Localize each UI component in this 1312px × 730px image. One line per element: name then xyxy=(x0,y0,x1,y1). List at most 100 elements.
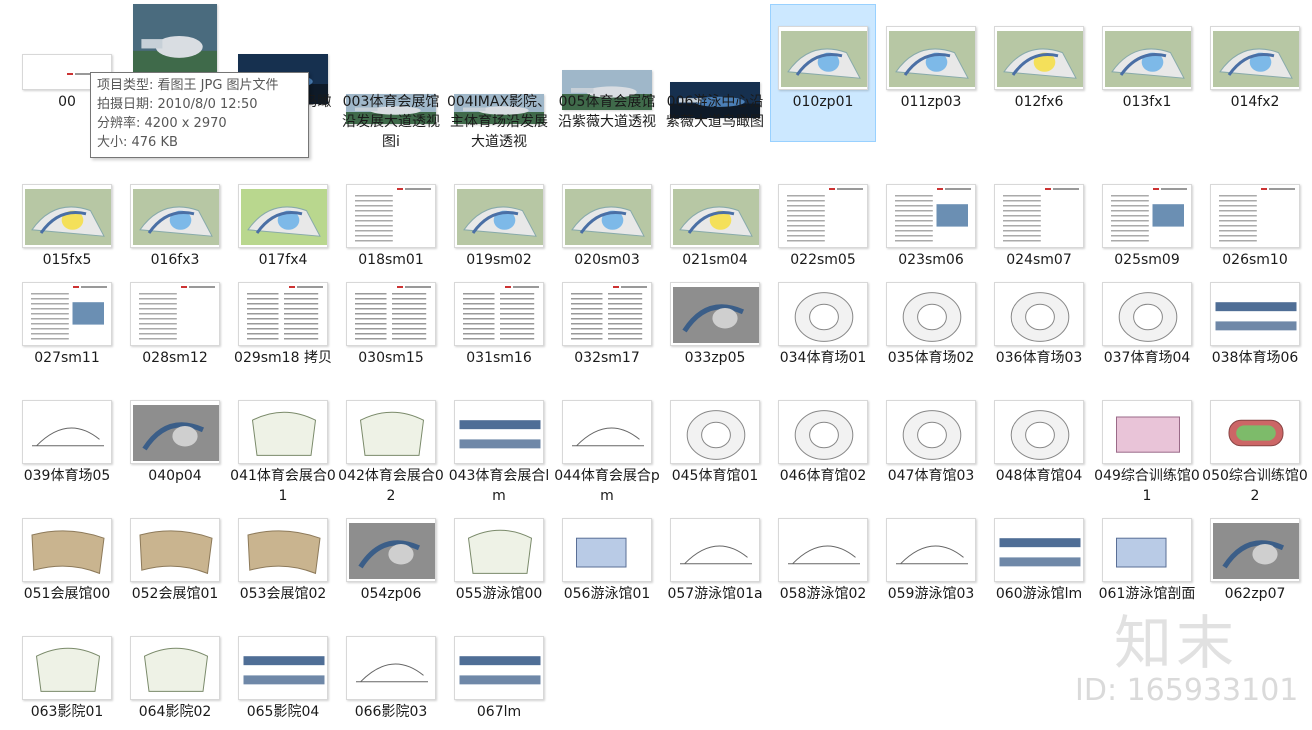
file-thumbnail[interactable] xyxy=(346,518,436,582)
file-name[interactable]: 045体育馆01 xyxy=(660,466,770,486)
file-name[interactable]: 067lm xyxy=(444,702,554,722)
file-name[interactable]: 021sm04 xyxy=(660,250,770,270)
file-name[interactable]: 016fx3 xyxy=(120,250,230,270)
file-name[interactable]: 006游泳中心沿紫薇大道鸟瞰图 xyxy=(660,92,770,132)
file-thumbnail[interactable] xyxy=(994,26,1084,90)
file-name[interactable]: 034体育场01 xyxy=(768,348,878,368)
file-name[interactable]: 054zp06 xyxy=(336,584,446,604)
file-thumbnail[interactable] xyxy=(562,518,652,582)
file-thumbnail[interactable] xyxy=(1210,518,1300,582)
file-thumbnail[interactable] xyxy=(22,184,112,248)
file-name[interactable]: 017fx4 xyxy=(228,250,338,270)
file-thumbnail[interactable] xyxy=(238,282,328,346)
file-name[interactable]: 043体育会展合lm xyxy=(444,466,554,506)
file-name[interactable]: 019sm02 xyxy=(444,250,554,270)
file-name[interactable]: 023sm06 xyxy=(876,250,986,270)
file-thumbnail[interactable] xyxy=(994,282,1084,346)
file-thumbnail[interactable] xyxy=(670,518,760,582)
file-name[interactable]: 037体育场04 xyxy=(1092,348,1202,368)
file-name[interactable]: 065影院04 xyxy=(228,702,338,722)
file-thumbnail[interactable] xyxy=(994,400,1084,464)
file-name[interactable]: 053会展馆02 xyxy=(228,584,338,604)
file-name[interactable]: 058游泳馆02 xyxy=(768,584,878,604)
file-name[interactable]: 030sm15 xyxy=(336,348,446,368)
file-thumbnail[interactable] xyxy=(130,636,220,700)
file-thumbnail[interactable] xyxy=(238,636,328,700)
file-thumbnail[interactable] xyxy=(130,282,220,346)
file-name[interactable]: 056游泳馆01 xyxy=(552,584,662,604)
file-thumbnail[interactable] xyxy=(238,400,328,464)
file-thumbnail[interactable] xyxy=(130,400,220,464)
file-name[interactable]: 022sm05 xyxy=(768,250,878,270)
file-name[interactable]: 014fx2 xyxy=(1200,92,1310,112)
file-thumbnail[interactable] xyxy=(346,636,436,700)
file-name[interactable]: 011zp03 xyxy=(876,92,986,112)
file-thumbnail[interactable] xyxy=(886,400,976,464)
file-thumbnail[interactable] xyxy=(778,518,868,582)
file-name[interactable]: 028sm12 xyxy=(120,348,230,368)
file-name[interactable]: 063影院01 xyxy=(12,702,122,722)
file-thumbnail[interactable] xyxy=(130,184,220,248)
file-name[interactable]: 057游泳馆01a xyxy=(660,584,770,604)
file-name[interactable]: 041体育会展合01 xyxy=(228,466,338,506)
file-thumbnail[interactable] xyxy=(454,400,544,464)
file-name[interactable]: 055游泳馆00 xyxy=(444,584,554,604)
file-thumbnail[interactable] xyxy=(562,282,652,346)
file-thumbnail[interactable] xyxy=(22,518,112,582)
file-thumbnail[interactable] xyxy=(133,4,217,82)
file-thumbnail[interactable] xyxy=(886,282,976,346)
file-name[interactable]: 066影院03 xyxy=(336,702,446,722)
file-name[interactable]: 020sm03 xyxy=(552,250,662,270)
file-name[interactable]: 059游泳馆03 xyxy=(876,584,986,604)
file-thumbnail[interactable] xyxy=(454,636,544,700)
file-thumbnail[interactable] xyxy=(1210,282,1300,346)
file-name[interactable]: 033zp05 xyxy=(660,348,770,368)
file-thumbnail[interactable] xyxy=(1102,184,1192,248)
file-name[interactable]: 010zp01 xyxy=(768,92,878,112)
file-name[interactable]: 013fx1 xyxy=(1092,92,1202,112)
file-thumbnail[interactable] xyxy=(778,400,868,464)
file-name[interactable]: 051会展馆00 xyxy=(12,584,122,604)
file-name[interactable]: 050综合训练馆02 xyxy=(1200,466,1310,506)
file-thumbnail[interactable] xyxy=(130,518,220,582)
file-name[interactable]: 035体育场02 xyxy=(876,348,986,368)
file-thumbnail[interactable] xyxy=(886,518,976,582)
file-name[interactable]: 042体育会展合02 xyxy=(336,466,446,506)
file-thumbnail[interactable] xyxy=(22,636,112,700)
file-name[interactable]: 025sm09 xyxy=(1092,250,1202,270)
file-name[interactable]: 027sm11 xyxy=(12,348,122,368)
file-thumbnail[interactable] xyxy=(670,282,760,346)
file-name[interactable]: 052会展馆01 xyxy=(120,584,230,604)
file-thumbnail[interactable] xyxy=(238,518,328,582)
file-name[interactable]: 046体育馆02 xyxy=(768,466,878,486)
file-thumbnail[interactable] xyxy=(454,184,544,248)
file-name[interactable]: 032sm17 xyxy=(552,348,662,368)
file-thumbnail[interactable] xyxy=(1210,26,1300,90)
file-thumbnail[interactable] xyxy=(562,400,652,464)
file-name[interactable]: 004IMAX影院、主体育场沿发展大道透视 xyxy=(444,92,554,152)
file-name[interactable]: 047体育馆03 xyxy=(876,466,986,486)
file-thumbnail[interactable] xyxy=(778,26,868,90)
file-thumbnail[interactable] xyxy=(1102,400,1192,464)
file-thumbnail[interactable] xyxy=(238,184,328,248)
file-thumbnail[interactable] xyxy=(1102,518,1192,582)
file-name[interactable]: 029sm18 拷贝 xyxy=(228,348,338,368)
file-thumbnail[interactable] xyxy=(562,184,652,248)
file-name[interactable]: 012fx6 xyxy=(984,92,1094,112)
file-thumbnail[interactable] xyxy=(994,184,1084,248)
file-thumbnail[interactable] xyxy=(670,400,760,464)
file-thumbnail[interactable] xyxy=(1102,282,1192,346)
file-name[interactable]: 024sm07 xyxy=(984,250,1094,270)
file-thumbnail[interactable] xyxy=(454,282,544,346)
file-thumbnail[interactable] xyxy=(22,400,112,464)
file-name[interactable]: 040p04 xyxy=(120,466,230,486)
file-name[interactable]: 060游泳馆lm xyxy=(984,584,1094,604)
file-name[interactable]: 048体育馆04 xyxy=(984,466,1094,486)
file-thumbnail[interactable] xyxy=(346,184,436,248)
file-name[interactable]: 039体育场05 xyxy=(12,466,122,486)
file-thumbnail[interactable] xyxy=(886,184,976,248)
file-thumbnail[interactable] xyxy=(1102,26,1192,90)
file-thumbnail[interactable] xyxy=(778,184,868,248)
file-thumbnail[interactable] xyxy=(454,518,544,582)
file-name[interactable]: 026sm10 xyxy=(1200,250,1310,270)
